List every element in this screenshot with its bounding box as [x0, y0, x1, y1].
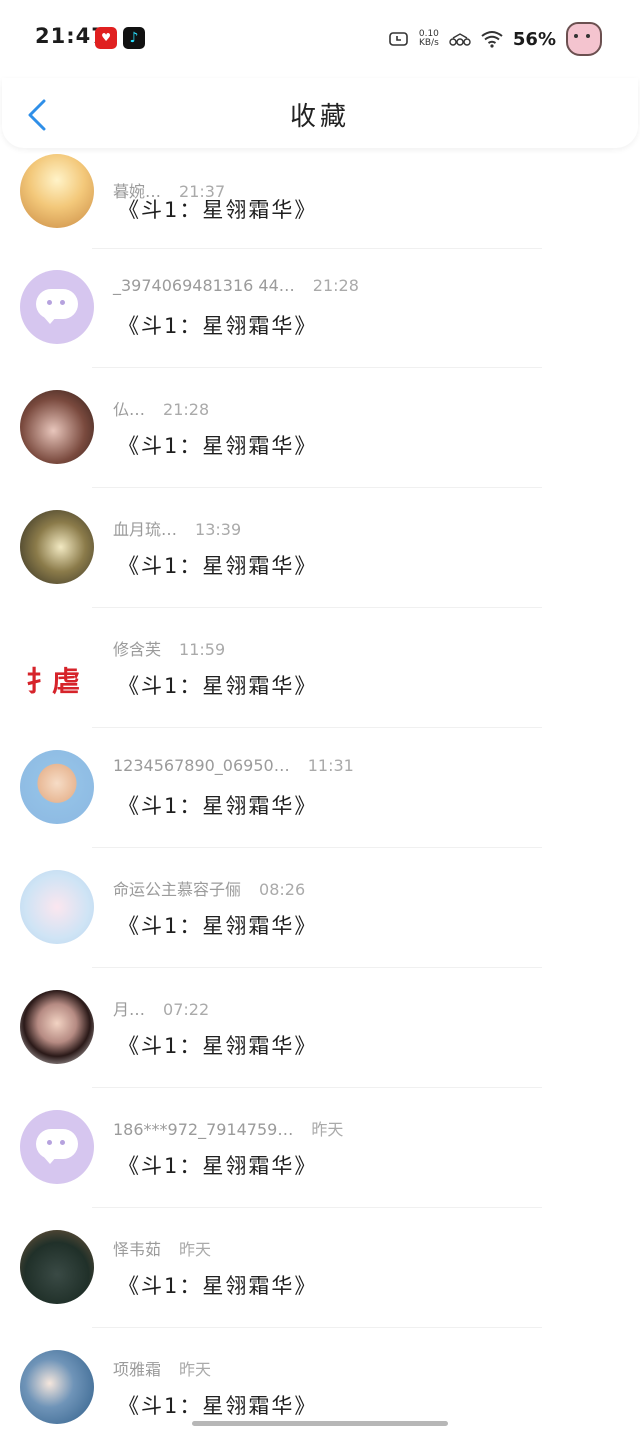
item-content: 《斗1：星翎霜华》: [118, 1394, 318, 1418]
item-meta: 月… 07:22: [113, 996, 209, 1020]
item-time: 07:22: [163, 1000, 210, 1019]
item-content: 《斗1：星翎霜华》: [118, 914, 318, 938]
item-name: 仏…: [113, 400, 146, 419]
list-item[interactable]: 1234567890_06950… 11:31 《斗1：星翎霜华》: [0, 728, 640, 848]
item-name: _3974069481316 44…: [113, 276, 295, 295]
item-name: 项雅霜: [113, 1360, 162, 1379]
item-meta: 怿韦茹 昨天: [113, 1236, 211, 1260]
favorites-list: 暮婉… 21:37 《斗1：星翎霜华》 _3974069481316 44… 21:…: [0, 150, 640, 1448]
item-meta: 186***972_7914759… 昨天: [113, 1116, 343, 1140]
item-content: 《斗1：星翎霜华》: [118, 1154, 318, 1178]
avatar[interactable]: [20, 870, 94, 944]
wifi-icon: [481, 31, 503, 48]
top-bar: 收藏: [2, 78, 638, 148]
list-item[interactable]: 血月琉… 13:39 《斗1：星翎霜华》: [0, 488, 640, 608]
avatar[interactable]: 扌虐: [20, 630, 94, 704]
avatar[interactable]: [20, 990, 94, 1064]
chat-bubble-icon: [36, 289, 78, 319]
item-content: 《斗1：星翎霜华》: [118, 794, 318, 818]
list-item[interactable]: _3974069481316 44… 21:28 《斗1：星翎霜华》: [0, 248, 640, 368]
avatar[interactable]: [20, 390, 94, 464]
item-time: 昨天: [311, 1120, 344, 1139]
list-item[interactable]: 仏… 21:28 《斗1：星翎霜华》: [0, 368, 640, 488]
chat-bubble-icon: [36, 1129, 78, 1159]
page-title: 收藏: [289, 102, 350, 132]
avatar[interactable]: [20, 270, 94, 344]
avatar[interactable]: [20, 750, 94, 824]
item-content: 《斗1：星翎霜华》: [118, 434, 318, 458]
item-name: 血月琉…: [113, 520, 178, 539]
item-time: 昨天: [179, 1240, 212, 1259]
list-item[interactable]: 扌虐 修含芙 11:59 《斗1：星翎霜华》: [0, 608, 640, 728]
item-name: 命运公主慕容子俪: [113, 880, 242, 899]
item-meta: 修含芙 11:59: [113, 636, 225, 660]
list-item[interactable]: 186***972_7914759… 昨天 《斗1：星翎霜华》: [0, 1088, 640, 1208]
item-name: 修含芙: [113, 640, 162, 659]
list-item[interactable]: 暮婉… 21:37 《斗1：星翎霜华》: [0, 150, 640, 249]
item-meta: 血月琉… 13:39: [113, 516, 241, 540]
list-item[interactable]: 项雅霜 昨天 《斗1：星翎霜华》: [0, 1328, 640, 1448]
battery-pet-icon: [566, 22, 602, 56]
item-content: 《斗1：星翎霜华》: [118, 674, 318, 698]
item-time: 13:39: [195, 520, 242, 539]
stamp-logo-icon: 扌虐: [26, 665, 80, 698]
avatar[interactable]: [20, 1350, 94, 1424]
avatar[interactable]: [20, 154, 94, 228]
avatar[interactable]: [20, 1110, 94, 1184]
status-bar: 21:47 ♥ ♪ 0.10 KB/s 56%: [0, 0, 640, 78]
home-indicator[interactable]: [192, 1421, 448, 1426]
item-content: 《斗1：星翎霜华》: [118, 1274, 318, 1298]
avatar[interactable]: [20, 1230, 94, 1304]
item-time: 21:28: [163, 400, 210, 419]
status-indicators: 0.10 KB/s 56%: [389, 22, 602, 56]
list-item[interactable]: 月… 07:22 《斗1：星翎霜华》: [0, 968, 640, 1088]
avatar[interactable]: [20, 510, 94, 584]
list-item[interactable]: 命运公主慕容子俪 08:26 《斗1：星翎霜华》: [0, 848, 640, 968]
item-time: 昨天: [179, 1360, 212, 1379]
alarm-icon: [389, 32, 408, 46]
battery-level: 56%: [512, 28, 556, 50]
list-item[interactable]: 怿韦茹 昨天 《斗1：星翎霜华》: [0, 1208, 640, 1328]
item-meta: 项雅霜 昨天: [113, 1356, 211, 1380]
item-name: 月…: [113, 1000, 146, 1019]
item-content: 《斗1：星翎霜华》: [118, 1034, 318, 1058]
item-meta: _3974069481316 44… 21:28: [113, 276, 359, 295]
item-time: 11:31: [307, 756, 354, 775]
item-meta: 仏… 21:28: [113, 396, 209, 420]
item-content: 《斗1：星翎霜华》: [118, 314, 318, 338]
item-time: 08:26: [259, 880, 306, 899]
item-name: 186***972_7914759…: [113, 1120, 294, 1139]
pinduoduo-app-icon: ♥: [95, 27, 117, 49]
item-time: 11:59: [179, 640, 226, 659]
item-meta: 命运公主慕容子俪 08:26: [113, 876, 305, 900]
item-time: 21:28: [312, 276, 359, 295]
item-meta: 1234567890_06950… 11:31: [113, 756, 354, 775]
net-speed-unit: KB/s: [418, 38, 439, 48]
item-name: 怿韦茹: [113, 1240, 162, 1259]
tiktok-app-icon: ♪: [123, 27, 145, 49]
item-name: 1234567890_06950…: [113, 756, 290, 775]
signal-icon: [449, 33, 471, 46]
net-speed: 0.10 KB/s: [419, 30, 439, 48]
item-content: 《斗1：星翎霜华》: [118, 198, 318, 222]
item-content: 《斗1：星翎霜华》: [118, 554, 318, 578]
